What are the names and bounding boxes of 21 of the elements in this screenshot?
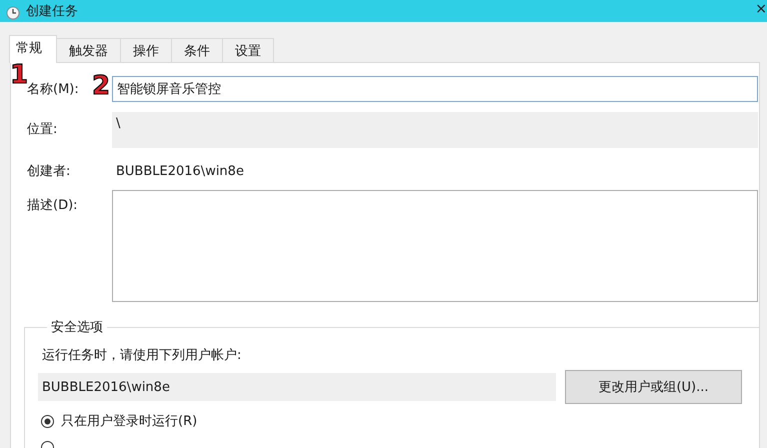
change-user-button[interactable]: 更改用户或组(U)...	[565, 370, 742, 404]
location-field: \	[112, 112, 758, 148]
tab[interactable]: 常规	[9, 35, 57, 63]
location-label: 位置:	[26, 121, 58, 138]
name-label: 名称(M):	[27, 82, 79, 97]
author-value: BUBBLE2016\win8e	[115, 164, 244, 178]
group-title: 安全选项	[50, 319, 104, 336]
name-field[interactable]: 智能锁屏音乐管控	[112, 76, 758, 102]
close-icon[interactable]: ×	[755, 2, 767, 16]
account-prompt: 运行任务时，请使用下列用户帐户:	[42, 347, 242, 364]
annotation-number: 2	[92, 73, 110, 99]
description-field[interactable]	[112, 190, 758, 302]
tab[interactable]: 设置	[222, 38, 274, 62]
account-field: BUBBLE2016\win8e	[38, 373, 556, 401]
annotation-number: 1	[11, 63, 28, 88]
radio-label: 只在用户登录时运行(R)	[61, 413, 198, 430]
clock-icon	[6, 6, 20, 20]
radio-button[interactable]	[41, 414, 54, 428]
description-label: 描述(D):	[26, 197, 79, 214]
author-label: 创建者:	[26, 163, 72, 180]
window-title: 创建任务	[26, 3, 78, 21]
